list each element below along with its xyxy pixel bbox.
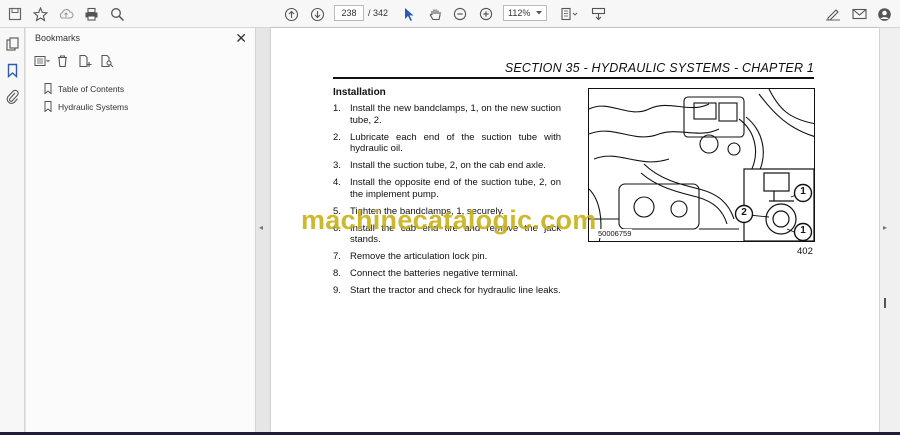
instructions-title: Installation bbox=[333, 87, 386, 98]
collapse-right-handle[interactable]: ▸ bbox=[883, 223, 887, 232]
callout-1-label: 1 bbox=[800, 225, 806, 236]
zoom-out-icon[interactable] bbox=[451, 4, 469, 24]
delete-bookmark-icon[interactable] bbox=[56, 54, 70, 68]
hydraulic-illustration: 1 2 1 50006759 bbox=[588, 88, 815, 242]
zoom-in-icon[interactable] bbox=[477, 4, 495, 24]
panel-title: Bookmarks bbox=[35, 33, 81, 43]
read-mode-icon[interactable] bbox=[589, 4, 607, 24]
document-page: SECTION 35 - HYDRAULIC SYSTEMS - CHAPTER… bbox=[271, 28, 879, 432]
find-bookmark-icon[interactable] bbox=[100, 54, 114, 68]
page-total: / 342 bbox=[368, 8, 389, 18]
step-item: 9. Start the tractor and check for hydrau… bbox=[333, 285, 561, 296]
collapse-panel-handle[interactable]: ◂ bbox=[259, 223, 263, 232]
bookmark-item[interactable]: Hydraulic Systems bbox=[44, 101, 128, 112]
save-icon[interactable] bbox=[6, 4, 24, 24]
callout-2-label: 2 bbox=[741, 207, 747, 218]
hand-tool-icon[interactable] bbox=[426, 4, 444, 24]
bookmark-item[interactable]: Table of Contents bbox=[44, 83, 124, 94]
close-icon[interactable]: ✕ bbox=[235, 30, 247, 47]
header-rule bbox=[333, 77, 814, 79]
bookmark-icon bbox=[44, 83, 52, 94]
scrollbar-thumb[interactable] bbox=[884, 298, 886, 308]
chevron-down-icon bbox=[536, 11, 542, 15]
callout-1-label: 1 bbox=[800, 186, 806, 197]
select-cursor-icon[interactable] bbox=[400, 4, 418, 24]
installation-steps: 1. Install the new bandclamps, 1, on the … bbox=[333, 103, 561, 302]
bookmark-label: Table of Contents bbox=[58, 83, 125, 94]
step-item: 3. Install the suction tube, 2, on the ca… bbox=[333, 160, 546, 171]
bookmark-tools bbox=[34, 54, 114, 68]
watermark: machinecatalogic.com bbox=[301, 205, 597, 235]
page-number-input[interactable]: 238 bbox=[334, 5, 364, 21]
bookmark-panel-icon[interactable] bbox=[5, 63, 20, 79]
suction-tube-drawing bbox=[589, 89, 814, 241]
page-fit-icon[interactable] bbox=[558, 4, 580, 24]
bookmark-icon bbox=[44, 101, 52, 112]
zoom-level-select[interactable]: 112% bbox=[503, 5, 547, 21]
bookmarks-panel: Bookmarks ✕ Table of Contents Hydraulic … bbox=[26, 28, 256, 432]
print-icon[interactable] bbox=[82, 4, 100, 24]
left-navigation-rail bbox=[0, 28, 25, 432]
zoom-search-icon[interactable] bbox=[108, 4, 126, 24]
bookmark-label: Hydraulic Systems bbox=[58, 101, 129, 112]
section-header: SECTION 35 - HYDRAULIC SYSTEMS - CHAPTER… bbox=[504, 61, 814, 75]
email-icon[interactable] bbox=[850, 4, 868, 24]
cloud-upload-icon[interactable] bbox=[57, 4, 75, 24]
step-item: 2. Lubricate each end of the suction tube… bbox=[333, 131, 561, 155]
figure-code: 50006759 bbox=[597, 229, 633, 238]
add-bookmark-icon[interactable] bbox=[78, 54, 92, 68]
page-thumbnails-icon[interactable] bbox=[5, 37, 20, 52]
step-item: 4. Install the opposite end of the suctio… bbox=[333, 177, 561, 200]
previous-page-icon[interactable] bbox=[282, 4, 300, 24]
fill-sign-icon[interactable] bbox=[824, 4, 842, 24]
figure-number: 402 bbox=[797, 246, 813, 257]
top-toolbar: 238 / 342 112% bbox=[0, 0, 900, 28]
account-icon[interactable] bbox=[875, 4, 893, 24]
step-item: 7. Remove the articulation lock pin. bbox=[333, 251, 488, 262]
step-item: 8. Connect the batteries negative termina… bbox=[333, 268, 518, 279]
next-page-icon[interactable] bbox=[308, 4, 326, 24]
step-item: 1. Install the new bandclamps, 1, on the … bbox=[333, 103, 561, 126]
attachment-icon[interactable] bbox=[5, 89, 20, 104]
bookmark-options-icon[interactable] bbox=[34, 54, 50, 68]
star-icon[interactable] bbox=[31, 4, 49, 24]
